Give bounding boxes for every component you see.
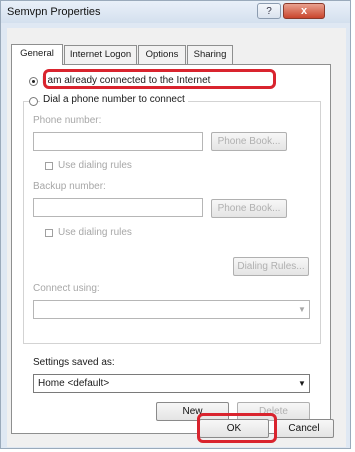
settings-saved-label: Settings saved as: xyxy=(33,357,115,368)
use-dialing-rules-label-2: Use dialing rules xyxy=(58,227,132,238)
use-dialing-rules-checkbox-2[interactable] xyxy=(45,229,53,237)
tab-general[interactable]: General xyxy=(11,44,63,65)
title-bar[interactable]: Semvpn Properties ? x xyxy=(1,1,350,23)
dialing-rules-button[interactable]: Dialing Rules... xyxy=(233,257,309,276)
phone-book-button[interactable]: Phone Book... xyxy=(211,132,287,151)
radio-already-connected[interactable] xyxy=(29,77,38,86)
use-dialing-rules-checkbox-1[interactable] xyxy=(45,162,53,170)
general-panel: I am already connected to the Internet D… xyxy=(11,64,331,434)
tab-internet-logon[interactable]: Internet Logon xyxy=(64,45,137,64)
settings-saved-dropdown[interactable]: Home <default> ▼ xyxy=(33,374,310,393)
chevron-down-icon: ▼ xyxy=(298,379,306,388)
settings-saved-value: Home <default> xyxy=(38,378,110,389)
backup-number-field[interactable] xyxy=(33,198,203,217)
chevron-down-icon: ▼ xyxy=(298,305,306,314)
tab-options[interactable]: Options xyxy=(138,45,186,64)
highlight-already-connected xyxy=(43,69,276,89)
highlight-ok-button xyxy=(197,413,277,443)
connect-using-label: Connect using: xyxy=(33,283,100,294)
use-dialing-rules-label-1: Use dialing rules xyxy=(58,160,132,171)
connect-using-dropdown[interactable]: ▼ xyxy=(33,300,310,319)
phone-number-field[interactable] xyxy=(33,132,203,151)
help-button[interactable]: ? xyxy=(257,3,281,19)
radio-dial-phone[interactable] xyxy=(29,97,38,106)
tab-sharing[interactable]: Sharing xyxy=(187,45,233,64)
radio-dial-phone-label: Dial a phone number to connect xyxy=(40,94,188,105)
properties-window: Semvpn Properties ? x General Internet L… xyxy=(0,0,351,449)
phone-number-label: Phone number: xyxy=(33,115,102,126)
backup-number-label: Backup number: xyxy=(33,181,106,192)
close-button[interactable]: x xyxy=(283,3,325,19)
cancel-button[interactable]: Cancel xyxy=(274,419,334,438)
window-title: Semvpn Properties xyxy=(7,6,101,18)
dialog-body: General Internet Logon Options Sharing I… xyxy=(7,28,346,447)
phone-book-button-2[interactable]: Phone Book... xyxy=(211,199,287,218)
